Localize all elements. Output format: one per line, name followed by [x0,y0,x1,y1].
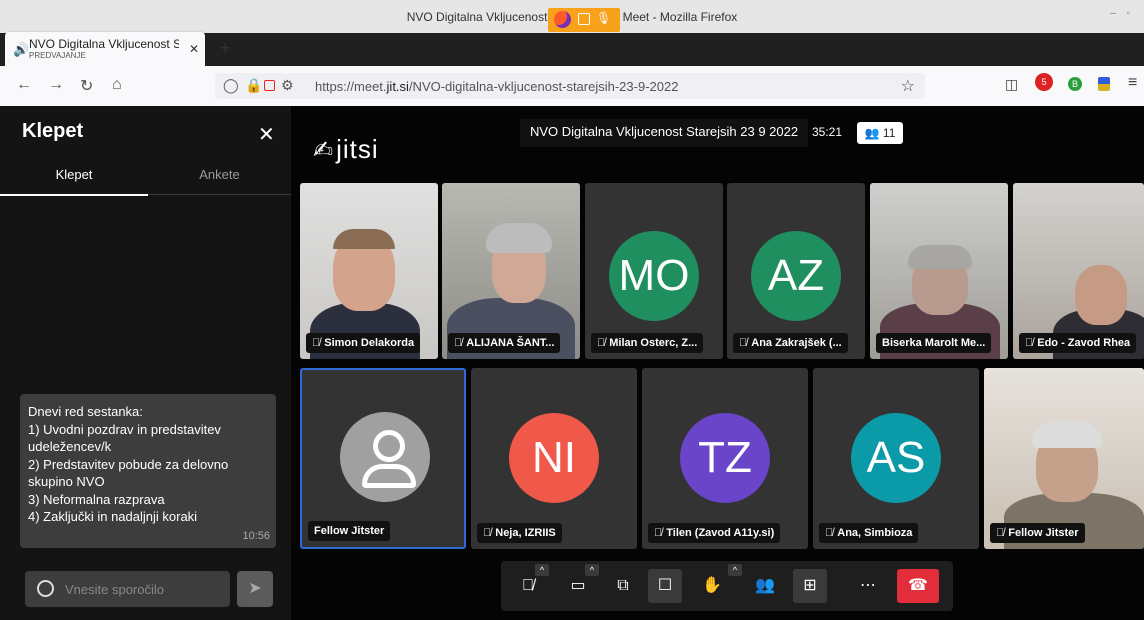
avatar: MO [609,231,699,321]
bookmark-star-icon[interactable]: ☆ [901,76,915,96]
chat-message: Dnevi red sestanka: 1) Uvodni pozdrav in… [20,394,276,548]
mic-muted-icon: 🎙̸ [1025,337,1034,349]
camera-permission-icon[interactable] [264,80,275,91]
participant-tile[interactable]: AS 🎙̸ Ana, Simbioza [813,368,979,549]
mic-options-caret[interactable]: ^ [535,564,549,576]
sharing-indicator[interactable]: 🎙 [548,8,620,32]
participant-name: 🎙̸ Neja, IZRIIS [477,523,562,543]
avatar: AZ [751,231,841,321]
mic-muted-icon: 🎙̸ [739,337,748,349]
participant-name: Fellow Jitster [308,521,391,541]
participant-name: Biserka Marolt Me... [876,333,992,353]
jitsi-logo: ✍jitsi [313,134,379,164]
participant-tile[interactable]: 🎙̸ Edo - Zavod Rhea [1013,183,1144,359]
mic-muted-icon: 🎙̸ [483,527,492,539]
meeting-duration: 35:21 [812,125,843,139]
extension-b-icon[interactable]: B [1068,77,1082,91]
participant-tile[interactable]: TZ 🎙̸ Tilen (Zavod A11y.si) [642,368,808,549]
participant-tile[interactable]: 🎙̸ ALIJANA ŠANT... [442,183,580,359]
mic-muted-icon: 🎙̸ [996,527,1005,539]
window-controls[interactable]: – ◦ [1110,8,1134,19]
participant-tile[interactable]: AZ 🎙̸ Ana Zakrajšek (... [727,183,865,359]
mic-muted-icon: 🎙̸ [825,527,834,539]
chat-input-placeholder: Vnesite sporočilo [65,582,164,597]
meeting-toolbar: 🎙̸ ^ ▭ ^ ⧉ ☐ ✋ ^ 👥 ⊞ ⋯ ☎ [501,561,953,611]
camera-sharing-icon [578,13,590,25]
chat-message-text: Dnevi red sestanka: 1) Uvodni pozdrav in… [28,404,229,524]
emoji-icon[interactable] [37,580,54,597]
mic-muted-icon: 🎙̸ [654,527,663,539]
mic-muted-icon: 🎙̸ [597,337,606,349]
participant-tile[interactable]: 🎙̸ Simon Delakorda [300,183,438,359]
mic-muted-icon: 🎙̸ [454,337,463,349]
tab-title: NVO Digitalna Vkljucenost S [29,37,179,51]
camera-options-caret[interactable]: ^ [585,564,599,576]
url-bar[interactable]: ◯ 🔒 ⚙ https://meet.jit.si/NVO-digitalna-… [215,73,925,99]
browser-toolbar: ← → ↻ ⌂ ◯ 🔒 ⚙ https://meet.jit.si/NVO-di… [0,66,1144,107]
participants-icon[interactable]: 👥 [748,569,782,603]
screenshare-icon[interactable]: ⧉ [606,569,640,603]
adblock-icon[interactable]: 5 [1035,73,1053,91]
window-titlebar: NVO Digitalna Vkljucenost Staı 22 | Jits… [0,0,1144,33]
avatar: AS [851,413,941,503]
chat-panel: Klepet ✕ Klepet Ankete Dnevi red sestank… [0,106,291,620]
participant-name: 🎙̸ Fellow Jitster [990,523,1085,543]
reactions-caret[interactable]: ^ [728,564,742,576]
participant-name: 🎙̸ Ana, Simbioza [819,523,919,543]
participant-tile[interactable]: MO 🎙̸ Milan Osterc, Z... [585,183,723,359]
firefox-icon [554,11,571,28]
reload-icon[interactable]: ↻ [80,76,93,96]
chat-input[interactable]: Vnesite sporočilo [25,571,230,607]
meeting-stage: ✍jitsi NVO Digitalna Vkljucenost Starejs… [291,106,1144,620]
back-icon[interactable]: ← [16,76,32,94]
mic-muted-icon: 🎙̸ [312,337,321,349]
menu-icon[interactable]: ≡ [1128,74,1137,92]
participant-tile[interactable]: NI 🎙̸ Neja, IZRIIS [471,368,637,549]
participant-name: 🎙̸ Edo - Zavod Rhea [1019,333,1137,353]
chat-title: Klepet [22,120,84,142]
avatar: TZ [680,413,770,503]
meeting-title: NVO Digitalna Vkljucenost Starejsih 23 9… [520,119,809,147]
participant-count[interactable]: 👥 11 [857,122,903,144]
participant-tile[interactable]: Biserka Marolt Me... [870,183,1008,359]
participant-name: 🎙̸ ALIJANA ŠANT... [448,333,561,353]
participants-icon: 👥 [864,126,880,140]
tile-view-icon[interactable]: ⊞ [793,569,827,603]
pocket-icon[interactable]: ◫ [1005,76,1018,93]
shield-icon[interactable]: ◯ [223,77,239,94]
speaker-playing-icon: 🔊 [13,42,30,57]
participant-name: 🎙̸ Tilen (Zavod A11y.si) [648,523,781,543]
chat-message-time: 10:56 [242,529,270,542]
participant-tile[interactable]: 🎙̸ Fellow Jitster [984,368,1144,549]
more-icon[interactable]: ⋯ [851,569,885,603]
lock-icon[interactable]: 🔒 [245,77,262,94]
send-button[interactable]: ➤ [237,571,273,607]
raise-hand-icon[interactable]: ✋ [695,569,729,603]
mic-sharing-icon: 🎙 [596,11,612,25]
close-chat-icon[interactable]: ✕ [258,122,275,147]
participant-name: 🎙̸ Simon Delakorda [306,333,421,353]
browser-tab[interactable]: 🔊 NVO Digitalna Vkljucenost S PREDVAJANJ… [5,32,205,66]
hangup-icon[interactable]: ☎ [897,569,939,603]
tab-polls[interactable]: Ankete [148,156,291,195]
avatar: NI [509,413,599,503]
permissions-icon[interactable]: ⚙ [281,77,294,94]
home-icon[interactable]: ⌂ [112,76,122,94]
forward-icon[interactable]: → [48,76,64,94]
participant-tile-active[interactable]: Fellow Jitster [300,368,466,549]
url-text[interactable]: https://meet.jit.si/NVO-digitalna-vkljuc… [315,79,678,94]
tab-subtitle: PREDVAJANJE [29,51,86,60]
user-avatar-icon [340,412,430,502]
video-feed [984,368,1144,549]
extension-flag-icon[interactable] [1098,77,1110,91]
participant-name: 🎙̸ Milan Osterc, Z... [591,333,704,353]
new-tab-button[interactable]: + [220,38,231,59]
tab-close-icon[interactable]: ✕ [189,42,199,56]
chat-icon[interactable]: ☐ [648,569,682,603]
participant-name: 🎙̸ Ana Zakrajšek (... [733,333,848,353]
tab-chat[interactable]: Klepet [0,156,148,196]
